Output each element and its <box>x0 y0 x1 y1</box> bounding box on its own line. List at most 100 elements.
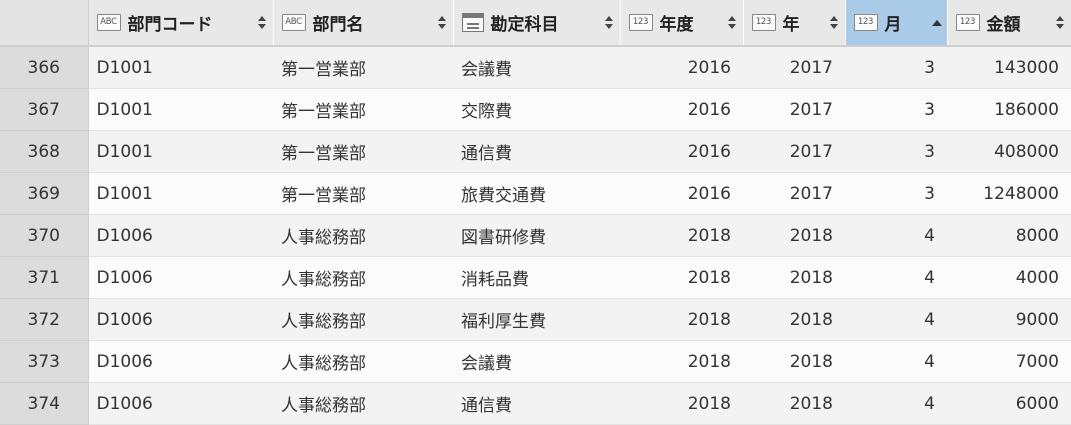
cell-code[interactable]: D1006 <box>88 382 273 425</box>
row-index[interactable]: 369 <box>0 172 89 215</box>
row-index[interactable]: 366 <box>0 46 89 89</box>
cell-fiscal-year[interactable]: 2016 <box>620 88 743 131</box>
cell-year[interactable]: 2017 <box>743 46 845 89</box>
column-header-amount[interactable]: 123 金額 <box>947 0 1071 47</box>
column-header-name[interactable]: ABC 部門名 <box>273 0 454 47</box>
cell-account[interactable]: 交際費 <box>453 88 620 131</box>
table-type-icon[interactable] <box>461 13 484 32</box>
cell-account[interactable]: 福利厚生費 <box>453 298 620 341</box>
cell-code[interactable]: D1001 <box>88 88 273 131</box>
cell-year[interactable]: 2017 <box>743 130 845 173</box>
cell-month[interactable]: 4 <box>845 256 947 299</box>
cell-account[interactable]: 通信費 <box>453 382 620 425</box>
cell-name[interactable]: 人事総務部 <box>273 214 453 257</box>
table-row[interactable]: 368 D1001 第一営業部 通信費 2016 2017 3 408000 <box>0 130 1071 173</box>
cell-name[interactable]: 人事総務部 <box>273 298 453 341</box>
cell-year[interactable]: 2018 <box>743 382 845 425</box>
cell-amount[interactable]: 8000 <box>947 214 1071 257</box>
cell-fiscal-year[interactable]: 2018 <box>620 340 743 383</box>
cell-code[interactable]: D1001 <box>88 172 273 215</box>
cell-month[interactable]: 3 <box>845 88 947 131</box>
cell-month[interactable]: 3 <box>845 46 947 89</box>
table-row[interactable]: 373 D1006 人事総務部 会議費 2018 2018 4 7000 <box>0 340 1071 383</box>
cell-month[interactable]: 4 <box>845 298 947 341</box>
cell-fiscal-year[interactable]: 2016 <box>620 130 743 173</box>
cell-name[interactable]: 人事総務部 <box>273 382 453 425</box>
cell-fiscal-year[interactable]: 2016 <box>620 46 743 89</box>
cell-month[interactable]: 4 <box>845 340 947 383</box>
row-index[interactable]: 371 <box>0 256 89 299</box>
sort-icon[interactable] <box>257 15 267 30</box>
cell-name[interactable]: 第一営業部 <box>273 46 453 89</box>
cell-fiscal-year[interactable]: 2018 <box>620 382 743 425</box>
column-header-account[interactable]: 勘定科目 <box>453 0 621 47</box>
cell-amount[interactable]: 4000 <box>947 256 1071 299</box>
cell-fiscal-year[interactable]: 2016 <box>620 172 743 215</box>
sort-icon[interactable] <box>1055 15 1065 30</box>
cell-code[interactable]: D1006 <box>88 256 273 299</box>
cell-year[interactable]: 2018 <box>743 340 845 383</box>
cell-account[interactable]: 通信費 <box>453 130 620 173</box>
row-index[interactable]: 370 <box>0 214 89 257</box>
cell-code[interactable]: D1001 <box>88 46 273 89</box>
sort-ascending-icon[interactable] <box>931 19 942 27</box>
table-row[interactable]: 372 D1006 人事総務部 福利厚生費 2018 2018 4 9000 <box>0 298 1071 341</box>
cell-code[interactable]: D1006 <box>88 214 273 257</box>
cell-year[interactable]: 2018 <box>743 298 845 341</box>
cell-amount[interactable]: 9000 <box>947 298 1071 341</box>
cell-amount[interactable]: 1248000 <box>947 172 1071 215</box>
table-row[interactable]: 366 D1001 第一営業部 会議費 2016 2017 3 143000 <box>0 46 1071 89</box>
cell-name[interactable]: 第一営業部 <box>273 88 453 131</box>
cell-account[interactable]: 会議費 <box>453 46 620 89</box>
table-row[interactable]: 374 D1006 人事総務部 通信費 2018 2018 4 6000 <box>0 382 1071 425</box>
cell-code[interactable]: D1001 <box>88 130 273 173</box>
cell-amount[interactable]: 143000 <box>947 46 1071 89</box>
cell-name[interactable]: 第一営業部 <box>273 130 453 173</box>
cell-month[interactable]: 4 <box>845 214 947 257</box>
cell-amount[interactable]: 7000 <box>947 340 1071 383</box>
cell-month[interactable]: 4 <box>845 382 947 425</box>
cell-amount[interactable]: 186000 <box>947 88 1071 131</box>
number-type-icon[interactable]: 123 <box>751 14 776 31</box>
cell-month[interactable]: 3 <box>845 172 947 215</box>
cell-amount[interactable]: 408000 <box>947 130 1071 173</box>
column-header-code[interactable]: ABC 部門コード <box>88 0 274 47</box>
cell-name[interactable]: 人事総務部 <box>273 256 453 299</box>
row-index[interactable]: 367 <box>0 88 89 131</box>
column-header-year[interactable]: 123 年 <box>743 0 846 47</box>
cell-year[interactable]: 2018 <box>743 256 845 299</box>
cell-account[interactable]: 消耗品費 <box>453 256 620 299</box>
cell-fiscal-year[interactable]: 2018 <box>620 298 743 341</box>
table-row[interactable]: 370 D1006 人事総務部 図書研修費 2018 2018 4 8000 <box>0 214 1071 257</box>
row-index[interactable]: 372 <box>0 298 89 341</box>
table-row[interactable]: 367 D1001 第一営業部 交際費 2016 2017 3 186000 <box>0 88 1071 131</box>
cell-code[interactable]: D1006 <box>88 298 273 341</box>
sort-icon[interactable] <box>437 15 447 30</box>
row-index-header[interactable] <box>0 0 89 47</box>
cell-amount[interactable]: 6000 <box>947 382 1071 425</box>
cell-year[interactable]: 2017 <box>743 88 845 131</box>
number-type-icon[interactable]: 123 <box>955 14 980 31</box>
cell-month[interactable]: 3 <box>845 130 947 173</box>
row-index[interactable]: 373 <box>0 340 89 383</box>
cell-fiscal-year[interactable]: 2018 <box>620 256 743 299</box>
cell-account[interactable]: 旅費交通費 <box>453 172 620 215</box>
cell-name[interactable]: 人事総務部 <box>273 340 453 383</box>
number-type-icon[interactable]: 123 <box>853 14 878 31</box>
text-type-icon[interactable]: ABC <box>281 14 306 31</box>
column-header-month[interactable]: 123 月 <box>845 0 948 47</box>
number-type-icon[interactable]: 123 <box>628 14 653 31</box>
column-header-fiscal-year[interactable]: 123 年度 <box>620 0 744 47</box>
row-index[interactable]: 368 <box>0 130 89 173</box>
text-type-icon[interactable]: ABC <box>96 14 121 31</box>
table-row[interactable]: 369 D1001 第一営業部 旅費交通費 2016 2017 3 124800… <box>0 172 1071 215</box>
cell-code[interactable]: D1006 <box>88 340 273 383</box>
table-row[interactable]: 371 D1006 人事総務部 消耗品費 2018 2018 4 4000 <box>0 256 1071 299</box>
cell-year[interactable]: 2017 <box>743 172 845 215</box>
sort-icon[interactable] <box>829 15 839 30</box>
cell-name[interactable]: 第一営業部 <box>273 172 453 215</box>
cell-account[interactable]: 図書研修費 <box>453 214 620 257</box>
cell-fiscal-year[interactable]: 2018 <box>620 214 743 257</box>
cell-account[interactable]: 会議費 <box>453 340 620 383</box>
sort-icon[interactable] <box>727 15 737 30</box>
